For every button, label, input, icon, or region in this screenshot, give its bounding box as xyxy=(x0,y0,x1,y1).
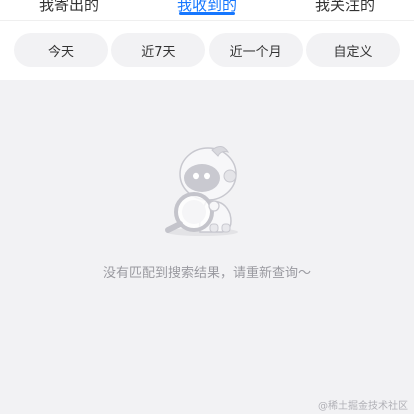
date-filter-bar: 今天 近7天 近一个月 自定义 xyxy=(14,33,400,67)
tab-divider xyxy=(0,20,414,21)
empty-state-message: 没有匹配到搜索结果，请重新查询～ xyxy=(102,266,311,281)
tab-following[interactable]: 我关注的 xyxy=(276,0,414,19)
header-area: 我寄出的 我收到的 我关注的 今天 近7天 近一个月 自定义 xyxy=(0,0,414,80)
empty-content-area xyxy=(0,80,414,414)
filter-month-button[interactable]: 近一个月 xyxy=(208,33,303,67)
filter-7days-button[interactable]: 近7天 xyxy=(111,33,206,67)
tab-bar: 我寄出的 我收到的 我关注的 xyxy=(0,0,414,19)
watermark-label: @稀土掘金技术社区 xyxy=(318,401,408,412)
tab-received[interactable]: 我收到的 xyxy=(138,0,276,19)
tab-sent[interactable]: 我寄出的 xyxy=(0,0,138,19)
filter-custom-button[interactable]: 自定义 xyxy=(305,33,400,67)
filter-today-button[interactable]: 今天 xyxy=(14,33,108,67)
robot-magnifier-icon xyxy=(165,146,238,236)
